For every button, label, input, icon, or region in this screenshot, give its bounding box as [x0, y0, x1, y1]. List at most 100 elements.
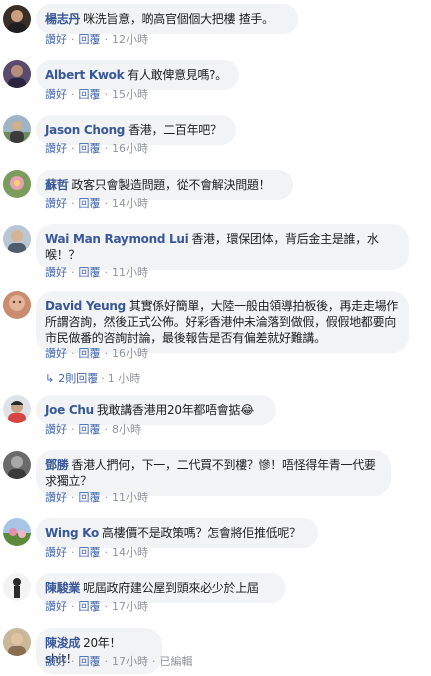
comment-author[interactable]: Joe Chu: [45, 403, 94, 417]
comment-actions: 讚好 · 回覆 · 16小時: [45, 347, 148, 361]
comment-text: 香港，二百年吧？: [128, 123, 222, 137]
comment-author[interactable]: Albert Kwok: [45, 68, 125, 82]
comment-text: 政客只會製造問題，從不會解決問題！: [71, 178, 271, 192]
comment-bubble: Wai Man Raymond Lui 香港，環保团体，背后金主是誰，水喉！？: [36, 224, 409, 270]
comment-actions: 讚好 · 回覆 · 15小時: [45, 88, 148, 102]
like-button[interactable]: 讚好: [45, 423, 67, 436]
separator-dot: ·: [71, 347, 75, 360]
comment-timestamp[interactable]: 14小時: [112, 197, 148, 210]
comment-timestamp[interactable]: 11小時: [112, 491, 148, 504]
comment-timestamp[interactable]: 16小時: [112, 142, 148, 155]
separator-dot: ·: [71, 491, 75, 504]
reply-button[interactable]: 回覆: [79, 491, 101, 504]
separator-dot: ·: [71, 197, 75, 210]
comment-bubble: 蘇哲 政客只會製造問題，從不會解決問題！: [36, 170, 293, 200]
separator-dot: ·: [104, 266, 109, 279]
comment-author[interactable]: Wai Man Raymond Lui: [45, 232, 189, 246]
comment-text: 呢屆政府建公屋到頭來必少於上屆: [83, 581, 259, 595]
separator-dot: ·: [152, 655, 156, 668]
comment-author[interactable]: Jason Chong: [45, 123, 125, 137]
comment-actions: 讚好 · 回覆 · 16小時: [45, 142, 148, 156]
avatar[interactable]: [3, 518, 31, 546]
comment-text: 咪洗旨意，啲高官個個大把樓 揸手。: [83, 12, 274, 26]
comment-timestamp[interactable]: 17小時: [112, 655, 148, 668]
comment-text: 我敢講香港用20年都唔會掂😂: [96, 403, 254, 417]
comment-timestamp[interactable]: 14小時: [112, 546, 148, 559]
reply-button[interactable]: 回覆: [79, 33, 101, 46]
comment-author[interactable]: David Yeung: [45, 299, 126, 313]
view-replies-link[interactable]: ↳ 2則回覆 · 1 小時: [45, 372, 140, 386]
avatar[interactable]: [3, 170, 31, 198]
comment-timestamp[interactable]: 12小時: [112, 33, 148, 46]
comment-text: 有人敢俾意見嗎?。: [127, 68, 227, 82]
avatar[interactable]: [3, 395, 31, 423]
like-button[interactable]: 讚好: [45, 88, 67, 101]
separator-dot: ·: [104, 347, 109, 360]
comment-bubble: David Yeung 其實係好簡單，大陸一般由領導拍板後，再走走場作所謂咨詢，然…: [36, 291, 409, 353]
avatar[interactable]: [3, 60, 31, 88]
separator-dot: ·: [104, 33, 109, 46]
comment-timestamp[interactable]: 15小時: [112, 88, 148, 101]
comment-list: 楊志丹 咪洗旨意，啲高官個個大把樓 揸手。 讚好 · 回覆 · 12小時 Albert K…: [0, 0, 431, 676]
comment-actions: 讚好 · 回覆 · 14小時: [45, 546, 148, 560]
reply-arrow-icon: ↳: [45, 372, 55, 385]
separator-dot: ·: [71, 655, 75, 668]
comment-author[interactable]: Wing Ko: [45, 526, 99, 540]
comment-text: 高樓價不是政策嗎？怎會將佢推低呢？: [101, 526, 301, 540]
separator-dot: ·: [71, 546, 75, 559]
separator-dot: ·: [104, 88, 109, 101]
comment-author[interactable]: 鄧勝: [45, 458, 69, 472]
reply-button[interactable]: 回覆: [79, 600, 101, 613]
reply-button[interactable]: 回覆: [79, 197, 101, 210]
reply-button[interactable]: 回覆: [79, 546, 101, 559]
avatar[interactable]: [3, 628, 31, 656]
avatar[interactable]: [3, 291, 31, 319]
like-button[interactable]: 讚好: [45, 546, 67, 559]
separator-dot: ·: [104, 142, 109, 155]
avatar[interactable]: [3, 5, 31, 33]
like-button[interactable]: 讚好: [45, 600, 67, 613]
avatar[interactable]: [3, 115, 31, 143]
like-button[interactable]: 讚好: [45, 491, 67, 504]
reply-button[interactable]: 回覆: [79, 423, 101, 436]
reply-button[interactable]: 回覆: [79, 142, 101, 155]
like-button[interactable]: 讚好: [45, 347, 67, 360]
comment-author[interactable]: 陳駿業: [45, 581, 80, 595]
comment-bubble: 楊志丹 咪洗旨意，啲高官個個大把樓 揸手。: [36, 4, 298, 34]
comment-timestamp[interactable]: 8小時: [112, 423, 141, 436]
comment-actions: 讚好 · 回覆 · 8小時: [45, 423, 141, 437]
like-button[interactable]: 讚好: [45, 197, 67, 210]
reply-button[interactable]: 回覆: [79, 88, 101, 101]
reply-button[interactable]: 回覆: [79, 655, 101, 668]
separator-dot: ·: [104, 546, 109, 559]
reply-button[interactable]: 回覆: [79, 266, 101, 279]
comment-author[interactable]: 蘇哲: [45, 178, 69, 192]
comment-actions: 讚好 · 回覆 · 17小時 · 已編輯: [45, 655, 193, 669]
reply-button[interactable]: 回覆: [79, 347, 101, 360]
comment-timestamp[interactable]: 16小時: [112, 347, 148, 360]
separator-dot: ·: [104, 491, 109, 504]
comment-bubble: Jason Chong 香港，二百年吧？: [36, 115, 236, 145]
comment-actions: 讚好 · 回覆 · 14小時: [45, 197, 148, 211]
separator-dot: ·: [71, 88, 75, 101]
separator-dot: ·: [101, 372, 105, 385]
like-button[interactable]: 讚好: [45, 655, 67, 668]
comment-bubble: Joe Chu 我敢講香港用20年都唔會掂😂: [36, 395, 276, 425]
like-button[interactable]: 讚好: [45, 33, 67, 46]
avatar[interactable]: [3, 225, 31, 253]
comment-author[interactable]: 陳浚成: [45, 636, 80, 650]
comment-timestamp[interactable]: 11小時: [112, 266, 148, 279]
avatar[interactable]: [3, 573, 31, 601]
comment-timestamp[interactable]: 17小時: [112, 600, 148, 613]
like-button[interactable]: 讚好: [45, 142, 67, 155]
like-button[interactable]: 讚好: [45, 266, 67, 279]
replies-count[interactable]: 2則回覆: [58, 372, 98, 385]
comment-bubble: Wing Ko 高樓價不是政策嗎？怎會將佢推低呢？: [36, 518, 318, 548]
separator-dot: ·: [104, 423, 109, 436]
separator-dot: ·: [104, 197, 109, 210]
avatar[interactable]: [3, 451, 31, 479]
comment-actions: 讚好 · 回覆 · 17小時: [45, 600, 148, 614]
comment-bubble: 陳駿業 呢屆政府建公屋到頭來必少於上屆: [36, 573, 286, 603]
comment-author[interactable]: 楊志丹: [45, 12, 80, 26]
edited-label[interactable]: 已編輯: [160, 655, 193, 668]
